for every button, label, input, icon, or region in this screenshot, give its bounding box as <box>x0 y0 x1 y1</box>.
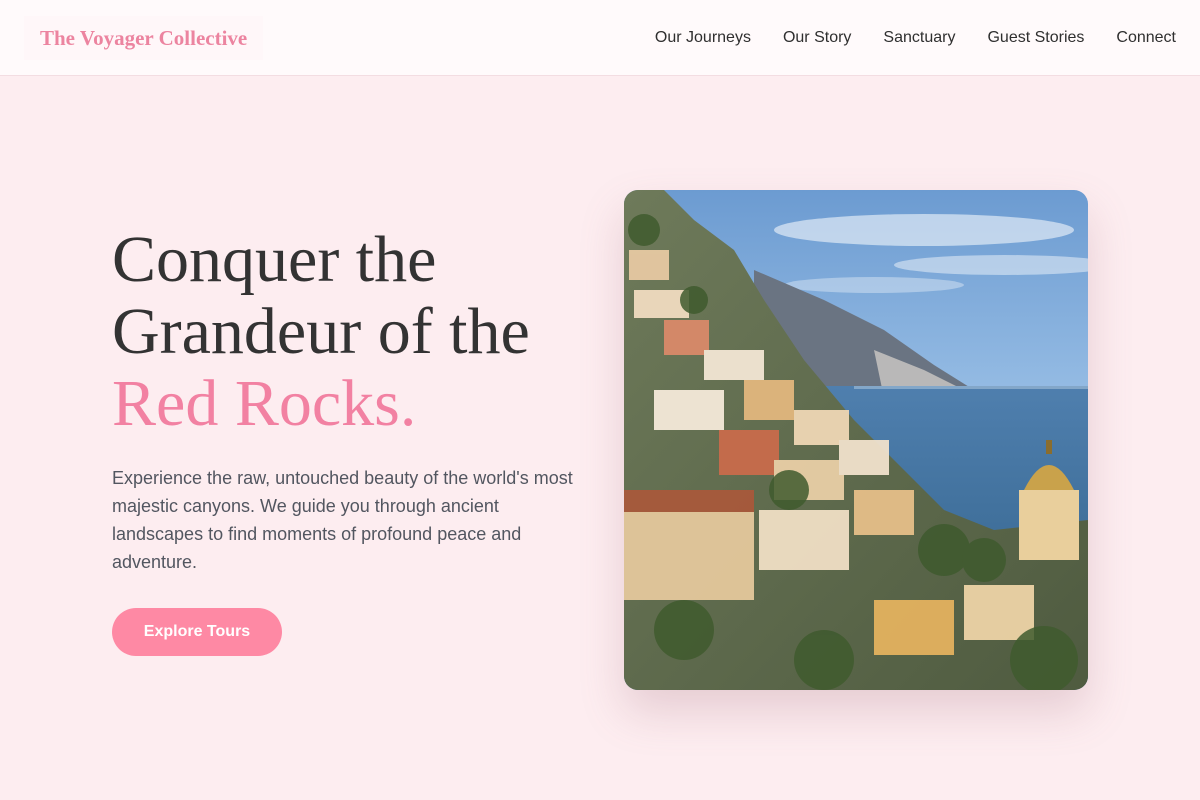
hero-image <box>624 190 1088 690</box>
nav-item-journeys[interactable]: Our Journeys <box>655 29 751 47</box>
hero-description: Experience the raw, untouched beauty of … <box>112 468 573 572</box>
brand-logo[interactable]: The Voyager Collective <box>24 16 264 60</box>
nav-item-sanctuary[interactable]: Sanctuary <box>883 29 955 47</box>
hero-heading-line-1: Conquer the <box>112 223 437 296</box>
nav-item-story[interactable]: Our Story <box>783 29 851 47</box>
hero-heading-accent: Red Rocks. <box>112 367 417 440</box>
nav-item-connect[interactable]: Connect <box>1116 29 1176 47</box>
nav-item-guest-stories[interactable]: Guest Stories <box>987 29 1084 47</box>
explore-tours-button[interactable]: Explore Tours <box>112 608 282 656</box>
main-nav: Our Journeys Our Story Sanctuary Guest S… <box>655 0 1176 76</box>
site-header: The Voyager Collective Our Journeys Our … <box>0 0 1200 76</box>
hero-heading: Conquer the Grandeur of the Red Rocks. <box>112 224 592 440</box>
coastal-village-illustration <box>624 190 1088 690</box>
hero-heading-line-2: Grandeur of the <box>112 295 530 368</box>
